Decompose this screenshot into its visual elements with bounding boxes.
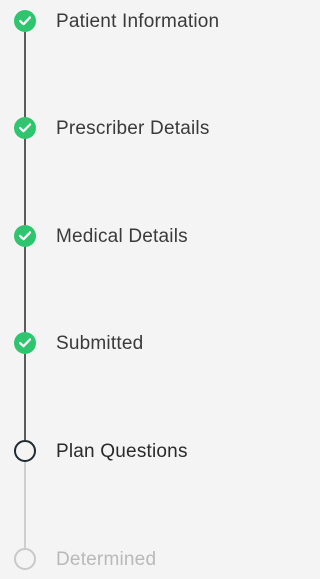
step-label: Determined bbox=[56, 549, 157, 570]
step-label: Prescriber Details bbox=[56, 118, 210, 139]
step-submitted[interactable]: Submitted bbox=[0, 327, 278, 363]
step-connector bbox=[24, 138, 26, 226]
empty-circle-icon bbox=[14, 548, 36, 570]
step-connector bbox=[24, 32, 26, 118]
check-icon bbox=[14, 10, 36, 32]
check-icon bbox=[14, 117, 36, 139]
check-icon bbox=[14, 225, 36, 247]
step-prescriber-details[interactable]: Prescriber Details bbox=[0, 112, 278, 148]
step-medical-details[interactable]: Medical Details bbox=[0, 220, 278, 256]
step-connector bbox=[24, 462, 26, 548]
step-determined[interactable]: Determined bbox=[0, 543, 278, 579]
progress-stepper: Patient Information Prescriber Details M… bbox=[0, 0, 278, 571]
check-icon bbox=[14, 332, 36, 354]
step-plan-questions[interactable]: Plan Questions bbox=[0, 435, 278, 471]
step-label: Patient Information bbox=[56, 11, 220, 32]
step-patient-information[interactable]: Patient Information bbox=[0, 5, 278, 41]
step-connector bbox=[24, 246, 26, 334]
step-label: Submitted bbox=[56, 333, 144, 354]
step-connector bbox=[24, 354, 26, 440]
step-label: Medical Details bbox=[56, 226, 188, 247]
empty-circle-icon bbox=[14, 440, 36, 462]
step-label: Plan Questions bbox=[56, 441, 188, 462]
